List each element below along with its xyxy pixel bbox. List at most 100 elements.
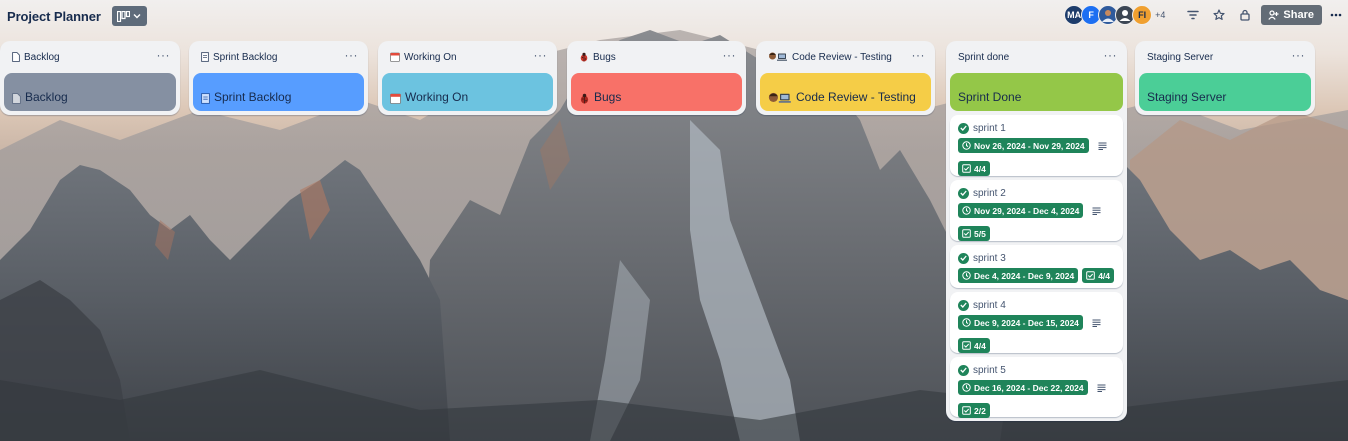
list-staging-server[interactable]: Staging Server ··· Staging Server <box>1135 41 1315 115</box>
list-menu-icon[interactable]: ··· <box>345 49 359 61</box>
due-date-text: Dec 4, 2024 - Dec 9, 2024 <box>974 270 1075 281</box>
list-header[interactable]: Staging Server ··· <box>1139 41 1311 73</box>
checklist-count: 5/5 <box>974 228 986 239</box>
due-date-badge[interactable]: Dec 16, 2024 - Dec 22, 2024 <box>958 380 1088 395</box>
clock-icon <box>962 141 971 150</box>
lock-icon <box>1240 9 1251 21</box>
clock-icon <box>962 271 971 280</box>
board-header: Project Planner MA F FI +4 Share <box>0 0 1348 32</box>
due-date-badge[interactable]: Nov 26, 2024 - Nov 29, 2024 <box>958 138 1089 153</box>
card-title: Staging Server <box>1147 90 1227 104</box>
due-date-text: Dec 9, 2024 - Dec 15, 2024 <box>974 317 1079 328</box>
card-cover[interactable]: Sprint Done <box>950 73 1123 111</box>
list-menu-icon[interactable]: ··· <box>1292 49 1306 61</box>
list-title[interactable]: Backlog <box>24 52 60 63</box>
checklist-icon <box>962 164 971 173</box>
list-title[interactable]: Sprint Backlog <box>213 52 277 63</box>
list-title[interactable]: Staging Server <box>1147 52 1213 63</box>
card-sprint-3[interactable]: sprint 3 Dec 4, 2024 - Dec 9, 2024 4/4 <box>950 245 1123 288</box>
list-working-on[interactable]: Working On ··· Working On <box>378 41 557 115</box>
list-title[interactable]: Code Review - Testing <box>792 52 892 63</box>
card-cover[interactable]: Working On <box>382 73 553 111</box>
complete-check-icon[interactable] <box>958 299 969 311</box>
more-members-count[interactable]: +4 <box>1155 10 1165 20</box>
due-date-text: Nov 29, 2024 - Dec 4, 2024 <box>974 205 1080 216</box>
receipt-icon <box>201 52 209 62</box>
card-cover[interactable]: Backlog <box>4 73 176 111</box>
member-avatars[interactable]: MA F FI +4 <box>1064 5 1175 25</box>
card-title: Sprint Done <box>958 90 1022 104</box>
card-sprint-2[interactable]: sprint 2 Nov 29, 2024 - Dec 4, 2024 5/5 <box>950 180 1123 241</box>
list-sprint-backlog[interactable]: Sprint Backlog ··· Sprint Backlog <box>189 41 368 115</box>
list-menu-icon[interactable]: ··· <box>723 49 737 61</box>
list-title[interactable]: Bugs <box>593 52 616 63</box>
clock-icon <box>962 206 971 215</box>
due-date-badge[interactable]: Nov 29, 2024 - Dec 4, 2024 <box>958 203 1084 218</box>
list-header[interactable]: Sprint done ··· <box>950 41 1123 73</box>
card-sprint-1[interactable]: sprint 1 Nov 26, 2024 - Nov 29, 2024 4/4 <box>950 115 1123 176</box>
description-icon <box>1092 319 1101 327</box>
list-bugs[interactable]: Bugs ··· Bugs <box>567 41 746 115</box>
card-sprint-5[interactable]: sprint 5 Dec 16, 2024 - Dec 22, 2024 2/2 <box>950 357 1123 418</box>
add-person-icon <box>1268 10 1279 20</box>
filter-button[interactable] <box>1181 3 1205 27</box>
complete-check-icon[interactable] <box>958 252 969 264</box>
card-title: Working On <box>405 90 469 104</box>
star-icon <box>1213 9 1226 20</box>
list-code-review-testing[interactable]: Code Review - Testing ··· Code Review - … <box>756 41 935 115</box>
checklist-icon <box>1086 271 1095 280</box>
list-title[interactable]: Working On <box>404 52 457 63</box>
page-icon <box>12 93 21 104</box>
card-cover[interactable]: Code Review - Testing <box>760 73 931 111</box>
due-date-text: Dec 16, 2024 - Dec 22, 2024 <box>974 382 1084 393</box>
list-menu-icon[interactable]: ··· <box>157 49 171 61</box>
list-header[interactable]: Sprint Backlog ··· <box>193 41 364 73</box>
card-title: Code Review - Testing <box>796 90 916 104</box>
card-cover[interactable]: Staging Server <box>1139 73 1311 111</box>
list-header[interactable]: Backlog ··· <box>4 41 176 73</box>
description-icon <box>1097 384 1106 392</box>
calendar-icon <box>390 52 400 62</box>
board-menu-button[interactable] <box>1326 13 1346 17</box>
checklist-badge[interactable]: 4/4 <box>958 161 990 176</box>
avatar[interactable]: FI <box>1132 5 1153 25</box>
complete-check-icon[interactable] <box>958 364 969 376</box>
complete-check-icon[interactable] <box>958 122 969 134</box>
board-title[interactable]: Project Planner <box>7 9 101 24</box>
list-header[interactable]: Working On ··· <box>382 41 553 73</box>
person-photo-icon <box>1102 10 1115 22</box>
technologist-icon <box>768 92 792 104</box>
list-header[interactable]: Bugs ··· <box>571 41 742 73</box>
clock-icon <box>962 383 971 392</box>
card-sprint-4[interactable]: sprint 4 Dec 9, 2024 - Dec 15, 2024 4/4 <box>950 292 1123 353</box>
list-menu-icon[interactable]: ··· <box>1104 49 1118 61</box>
list-sprint-done[interactable]: Sprint done ··· Sprint Done sprint 1 Nov… <box>946 41 1127 421</box>
calendar-icon <box>390 93 401 104</box>
complete-check-icon[interactable] <box>958 187 969 199</box>
checklist-badge[interactable]: 5/5 <box>958 226 990 241</box>
share-button[interactable]: Share <box>1261 5 1322 25</box>
board-view-switcher[interactable] <box>111 6 147 26</box>
list-menu-icon[interactable]: ··· <box>912 49 926 61</box>
technologist-icon <box>768 52 788 62</box>
card-cover[interactable]: Bugs <box>571 73 742 111</box>
list-backlog[interactable]: Backlog ··· Backlog <box>0 41 180 115</box>
due-date-badge[interactable]: Dec 9, 2024 - Dec 15, 2024 <box>958 315 1083 330</box>
card-cover[interactable]: Sprint Backlog <box>193 73 364 111</box>
checklist-badge[interactable]: 4/4 <box>1082 268 1115 283</box>
star-button[interactable] <box>1207 3 1231 27</box>
list-header[interactable]: Code Review - Testing ··· <box>760 41 931 73</box>
card-title: sprint 1 <box>973 122 1006 134</box>
bug-icon <box>579 52 589 62</box>
checklist-count: 2/2 <box>974 405 986 416</box>
page-icon <box>12 52 20 62</box>
checklist-badge[interactable]: 4/4 <box>958 338 990 353</box>
due-date-badge[interactable]: Dec 4, 2024 - Dec 9, 2024 <box>958 268 1079 283</box>
visibility-button[interactable] <box>1233 3 1257 27</box>
list-title[interactable]: Sprint done <box>958 52 1009 63</box>
list-menu-icon[interactable]: ··· <box>534 49 548 61</box>
person-icon <box>1119 10 1131 21</box>
checklist-badge[interactable]: 2/2 <box>958 403 990 418</box>
checklist-count: 4/4 <box>974 163 986 174</box>
checklist-count: 4/4 <box>1098 270 1111 281</box>
